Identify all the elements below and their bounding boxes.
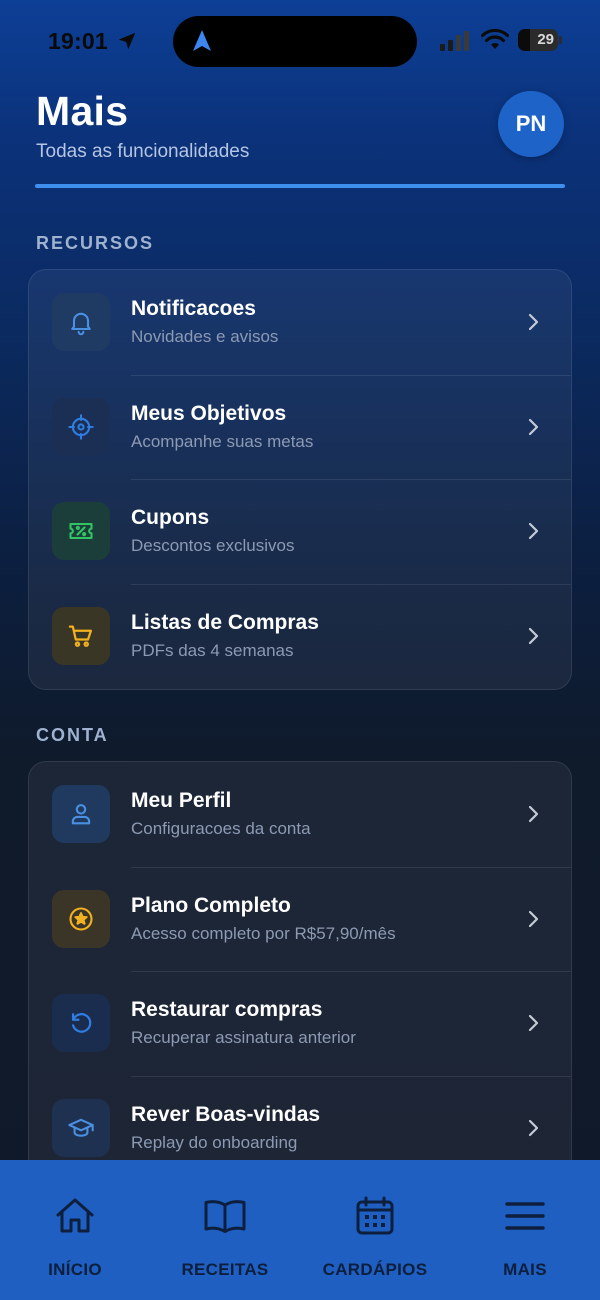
header-divider [35, 184, 565, 188]
star-icon [52, 889, 110, 948]
section-label-conta: CONTA [36, 725, 109, 745]
chevron-right-icon [528, 627, 539, 645]
nav-label: INÍCIO [48, 1260, 102, 1279]
wifi-icon [481, 28, 509, 49]
menu-item-title: Meu Perfil [131, 789, 232, 812]
menu-item-meus-objetivos[interactable]: Meus Objetivos Acompanhe suas metas [29, 374, 571, 480]
section-label-recursos: RECURSOS [36, 233, 155, 253]
chevron-right-icon [528, 1119, 539, 1137]
nav-label: MAIS [503, 1260, 547, 1279]
dynamic-island [173, 16, 417, 67]
battery-body: 29 [518, 29, 558, 51]
card-recursos: Notificacoes Novidades e avisos Meus Obj… [28, 269, 572, 690]
home-icon [56, 1198, 94, 1233]
menu-item-title: Notificacoes [131, 297, 256, 320]
nav-label: CARDÁPIOS [322, 1260, 428, 1279]
menu-item-title: Plano Completo [131, 893, 291, 917]
menu-item-subtitle: Recuperar assinatura anterior [131, 1028, 356, 1048]
book-icon [204, 1200, 246, 1233]
restore-icon [52, 994, 110, 1053]
avatar[interactable]: PN [498, 91, 564, 157]
nav-item-mais[interactable]: MAIS [450, 1160, 600, 1300]
chevron-right-icon [528, 523, 539, 540]
menu-item-title: Cupons [131, 506, 210, 530]
page-title: Mais [36, 88, 129, 134]
nav-item-cardapios[interactable]: CARDÁPIOS [300, 1160, 450, 1300]
signal-icon [440, 31, 469, 51]
battery-icon: 29 [518, 29, 562, 51]
menu-item-title: Listas de Compras [131, 610, 319, 634]
chevron-right-icon [528, 418, 539, 435]
menu-item-title: Rever Boas-vindas [131, 1102, 321, 1126]
menu-item-title: Restaurar compras [131, 998, 323, 1022]
graduation-cap-icon [52, 1098, 110, 1157]
card-conta: Meu Perfil Configuracoes da conta Plano … [28, 761, 572, 1181]
menu-item-subtitle: PDFs das 4 semanas [131, 640, 294, 660]
menu-item-subtitle: Acesso completo por R$57,90/mês [131, 923, 396, 943]
menu-item-subtitle: Acompanhe suas metas [131, 431, 314, 451]
chevron-right-icon [528, 805, 539, 823]
menu-item-subtitle: Descontos exclusivos [131, 536, 295, 556]
menu-item-cupons[interactable]: Cupons Descontos exclusivos [29, 479, 571, 584]
chevron-right-icon [528, 313, 539, 331]
menu-item-plano-completo[interactable]: Plano Completo Acesso completo por R$57,… [29, 866, 571, 972]
battery-level: 29 [537, 31, 554, 48]
cart-icon [52, 606, 110, 665]
target-icon [52, 397, 110, 456]
menu-item-subtitle: Replay do onboarding [131, 1132, 298, 1152]
menu-item-notificacoes[interactable]: Notificacoes Novidades e avisos [29, 270, 571, 375]
navigation-icon [193, 30, 211, 51]
menu-item-meu-perfil[interactable]: Meu Perfil Configuracoes da conta [29, 762, 571, 867]
menu-item-restaurar-compras[interactable]: Restaurar compras Recuperar assinatura a… [29, 971, 571, 1076]
nav-item-receitas[interactable]: RECEITAS [150, 1160, 300, 1300]
menu-item-subtitle: Configuracoes da conta [131, 819, 311, 838]
menu-item-title: Meus Objetivos [131, 401, 287, 425]
battery-cap [559, 36, 562, 44]
chevron-right-icon [528, 1015, 539, 1032]
status-time: 19:01 [48, 28, 108, 54]
nav-item-inicio[interactable]: INÍCIO [0, 1160, 150, 1300]
page-subtitle: Todas as funcionalidades [36, 141, 250, 162]
status-bar: 19:01 29 [0, 0, 600, 82]
menu-icon [505, 1202, 545, 1230]
nav-label: RECEITAS [181, 1260, 269, 1279]
location-arrow-icon [118, 32, 136, 50]
menu-item-listas-de-compras[interactable]: Listas de Compras PDFs das 4 semanas [29, 583, 571, 689]
coupon-icon [52, 502, 110, 561]
menu-item-subtitle: Novidades e avisos [131, 327, 279, 346]
chevron-right-icon [528, 910, 539, 927]
bell-icon [52, 293, 110, 351]
calendar-icon [356, 1196, 394, 1235]
bottom-nav: INÍCIO RECEITAS CARDÁPIOS MAIS [0, 1160, 600, 1300]
user-icon [52, 785, 110, 843]
